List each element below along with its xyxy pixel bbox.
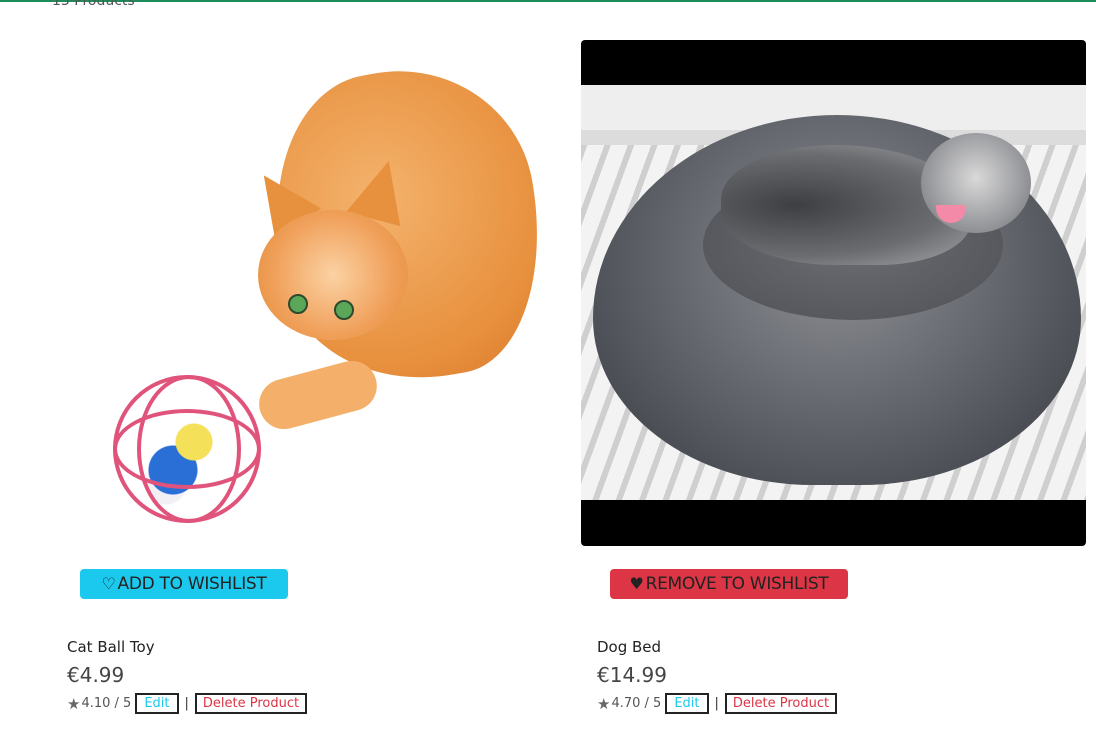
star-icon: ★ <box>597 694 611 713</box>
product-rating: 4.10 / 5 <box>81 696 132 711</box>
dog-head-shape <box>921 133 1031 233</box>
toy-ball-shape <box>113 375 261 523</box>
product-card: ♡ ADD TO WISHLIST Cat Ball Toy €4.99 ★ 4.… <box>67 40 584 730</box>
remove-from-wishlist-button[interactable]: ♥ REMOVE TO WISHLIST <box>610 569 848 599</box>
header-accent-line <box>0 0 1096 2</box>
heart-filled-icon: ♥ <box>629 574 644 593</box>
product-price: €4.99 <box>67 663 125 687</box>
product-rating: 4.70 / 5 <box>611 696 662 711</box>
kitten-head-shape <box>258 210 408 340</box>
edit-product-link[interactable]: Edit <box>135 693 179 714</box>
delete-product-link[interactable]: Delete Product <box>724 693 838 714</box>
product-meta: ★ 4.70 / 5 Edit | Delete Product <box>597 693 838 714</box>
product-card: ♥ REMOVE TO WISHLIST Dog Bed €14.99 ★ 4.7… <box>581 40 1087 730</box>
separator: | <box>184 696 189 711</box>
star-icon: ★ <box>67 694 81 713</box>
product-name[interactable]: Dog Bed <box>597 638 661 656</box>
separator: | <box>714 696 719 711</box>
product-image[interactable] <box>581 40 1086 546</box>
heart-outline-icon: ♡ <box>101 574 116 593</box>
product-price: €14.99 <box>597 663 667 687</box>
product-name[interactable]: Cat Ball Toy <box>67 638 155 656</box>
dog-bed-photo <box>581 85 1086 500</box>
delete-product-link[interactable]: Delete Product <box>194 693 308 714</box>
add-to-wishlist-button[interactable]: ♡ ADD TO WISHLIST <box>80 569 288 599</box>
edit-product-link[interactable]: Edit <box>665 693 709 714</box>
product-meta: ★ 4.10 / 5 Edit | Delete Product <box>67 693 308 714</box>
product-image[interactable] <box>78 40 583 546</box>
product-count: 13 Products <box>52 0 135 9</box>
